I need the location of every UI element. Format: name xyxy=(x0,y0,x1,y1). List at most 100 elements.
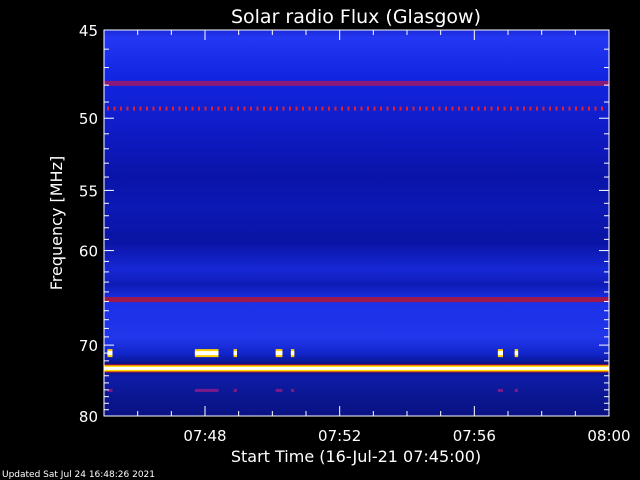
band-dot xyxy=(243,106,246,111)
y-axis-label: Frequency [MHz] xyxy=(47,156,66,290)
band-dot xyxy=(432,106,434,111)
band-dot xyxy=(419,106,421,111)
band-dot xyxy=(510,106,512,111)
burst-harmonic xyxy=(233,388,237,392)
x-tick-label: 07:52 xyxy=(318,427,361,445)
band-dot xyxy=(341,106,343,111)
y-tick-label: 60 xyxy=(79,243,98,261)
x-tick-label: 08:00 xyxy=(587,427,630,445)
band-dot xyxy=(412,106,415,111)
burst-harmonic xyxy=(497,388,503,392)
band-dot xyxy=(308,106,311,111)
band-2 xyxy=(104,297,609,303)
burst-core xyxy=(497,351,503,356)
band-dot xyxy=(373,106,376,111)
band-dot xyxy=(536,106,538,111)
burst-core xyxy=(514,351,519,356)
band-dot xyxy=(445,106,447,111)
chart-title: Solar radio Flux (Glasgow) xyxy=(231,6,481,28)
band-dot xyxy=(107,106,109,111)
band-dot xyxy=(133,106,135,111)
band-dot xyxy=(178,106,181,111)
band-dot xyxy=(250,106,252,111)
band-dot xyxy=(562,106,564,111)
burst-harmonic xyxy=(275,388,283,392)
band-dot xyxy=(198,106,200,111)
y-tick-label: 50 xyxy=(79,110,98,128)
band-dot xyxy=(217,106,220,111)
band-dot xyxy=(360,106,363,111)
spectrogram-background xyxy=(104,30,609,416)
band-dot xyxy=(152,106,155,111)
y-tick-label: 70 xyxy=(79,337,98,355)
band-dot xyxy=(204,106,207,111)
band-0 xyxy=(104,80,609,86)
plot-area: 45 50 55 60 70 80 07:48 07:52 07:56 08:00 xyxy=(79,22,631,445)
band-dot xyxy=(399,106,402,111)
band-dot xyxy=(113,106,116,111)
x-axis-label: Start Time (16-Jul-21 07:45:00) xyxy=(231,447,481,466)
band-dot xyxy=(295,106,298,111)
band-dot xyxy=(276,106,278,111)
band-dot xyxy=(126,106,129,111)
band-dot xyxy=(458,106,460,111)
band-dot xyxy=(120,106,122,111)
burst-harmonic xyxy=(107,388,113,392)
burst-core xyxy=(233,351,237,356)
burst-harmonic xyxy=(194,388,219,392)
burst-harmonic xyxy=(514,388,519,392)
band-dot xyxy=(334,106,337,111)
band-dot xyxy=(321,106,324,111)
band-dot xyxy=(581,106,584,111)
band-dot xyxy=(269,106,272,111)
band-dot xyxy=(289,106,291,111)
band-dot xyxy=(523,106,525,111)
band-dot xyxy=(497,106,499,111)
band-dot xyxy=(315,106,317,111)
band-dot xyxy=(354,106,356,111)
band-dot xyxy=(191,106,194,111)
band-dot xyxy=(237,106,239,111)
band-dot xyxy=(302,106,304,111)
band-dot xyxy=(601,106,603,111)
burst-core xyxy=(275,351,283,356)
burst-harmonic xyxy=(290,388,295,392)
x-tick-label: 07:56 xyxy=(453,427,496,445)
band-dot xyxy=(386,106,389,111)
band-dot xyxy=(477,106,480,111)
band-dot xyxy=(367,106,369,111)
band-dot xyxy=(484,106,486,111)
band-core xyxy=(104,366,609,370)
band-3 xyxy=(104,364,609,373)
band-dot xyxy=(211,106,213,111)
band-dot xyxy=(263,106,265,111)
spectrogram-chart: Solar radio Flux (Glasgow) 45 50 55 60 70 80 … xyxy=(2,6,631,480)
band-dot xyxy=(451,106,454,111)
y-tick-label: 55 xyxy=(79,182,98,200)
band-dot xyxy=(347,106,350,111)
burst-core xyxy=(290,351,295,356)
band-dot xyxy=(516,106,519,111)
updated-timestamp: Updated Sat Jul 24 16:48:26 2021 xyxy=(2,470,155,480)
band-dot xyxy=(471,106,473,111)
band-dot xyxy=(282,106,285,111)
y-tick-label: 80 xyxy=(79,408,98,426)
band-dot xyxy=(172,106,174,111)
band-dot xyxy=(146,106,148,111)
band-dot xyxy=(575,106,577,111)
band-dot xyxy=(328,106,330,111)
band-dot xyxy=(555,106,558,111)
band-dot xyxy=(549,106,551,111)
band-dot xyxy=(139,106,142,111)
band-dot xyxy=(159,106,161,111)
band-dot xyxy=(425,106,428,111)
x-tick-label: 07:48 xyxy=(183,427,226,445)
band-dot xyxy=(568,106,571,111)
band-dot xyxy=(256,106,259,111)
band-dot xyxy=(406,106,408,111)
band-dot xyxy=(185,106,187,111)
band-dot xyxy=(464,106,467,111)
band-dot xyxy=(542,106,545,111)
band-dot xyxy=(438,106,441,111)
band-dot xyxy=(380,106,382,111)
